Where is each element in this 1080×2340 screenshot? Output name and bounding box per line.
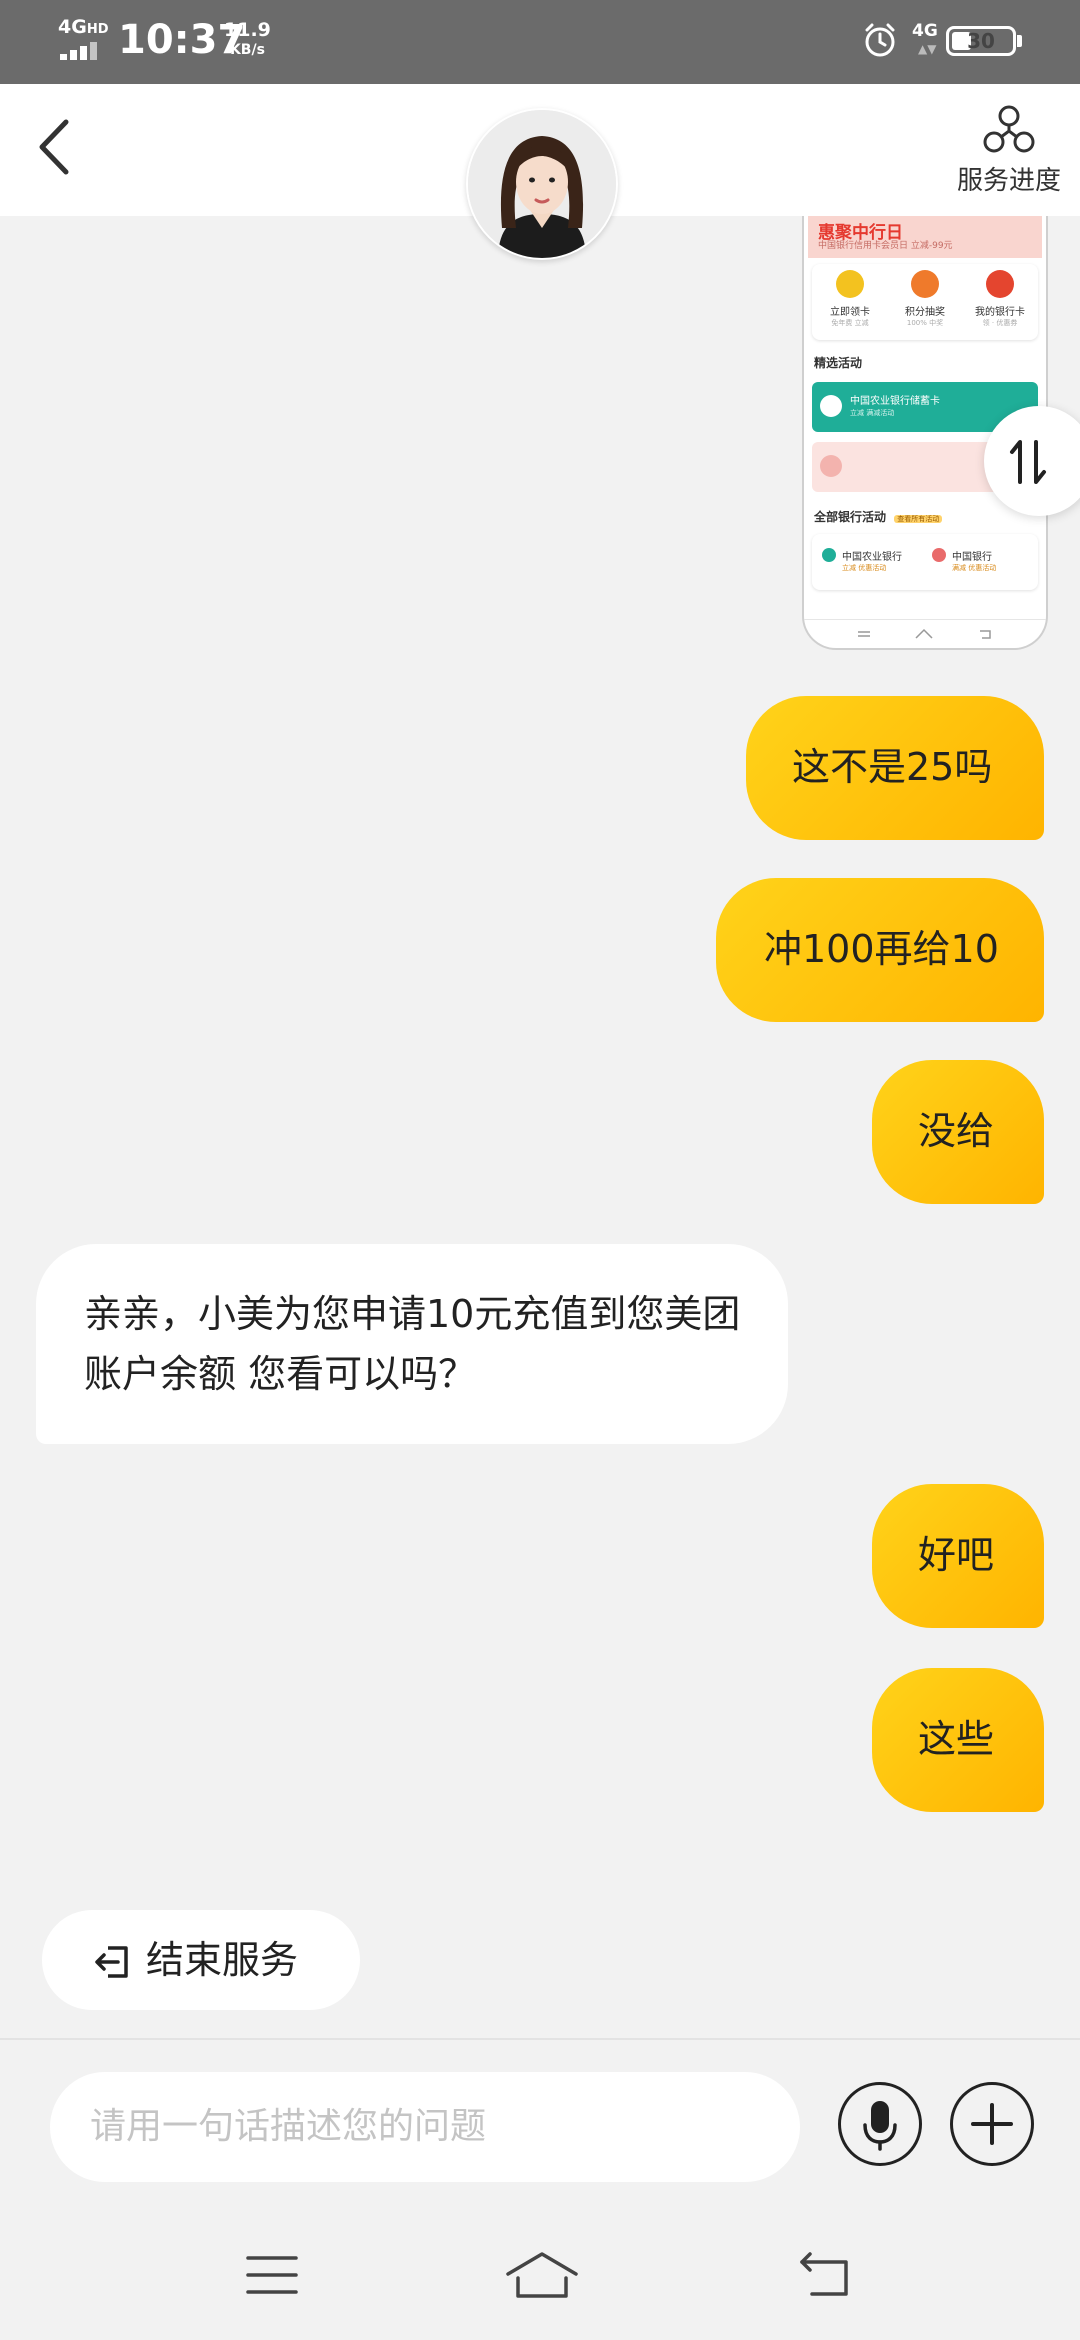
service-progress-label: 服务进度 bbox=[956, 166, 1061, 196]
battery-percent: 30 bbox=[967, 29, 995, 53]
chat-header: 服务进度 bbox=[0, 84, 1080, 260]
service-progress-icon bbox=[983, 105, 1035, 153]
add-attachment-button[interactable] bbox=[950, 2082, 1034, 2166]
screenshot-subtitle: 中国银行信用卡会员日 立减-99元 bbox=[818, 241, 953, 251]
message-text: 亲亲，小美为您申请10元充值到您美团账户余额 您看可以吗？ bbox=[84, 1292, 741, 1396]
screenshot-tile: 我的银行卡领 · 优惠券 bbox=[964, 270, 1036, 328]
status-bar: 4GHD 10:37 11.9 KB/s 4G ▲▼ 30 bbox=[0, 0, 1080, 84]
screenshot-tile: 立即领卡 免年费 立减 bbox=[814, 270, 886, 328]
system-nav-bar bbox=[0, 2210, 1080, 2340]
message-bubble-outgoing[interactable]: 没给 bbox=[872, 1060, 1044, 1204]
screenshot-nav bbox=[804, 619, 1046, 648]
avatar-portrait bbox=[468, 110, 616, 258]
message-input-placeholder: 请用一句话描述您的问题 bbox=[90, 2106, 487, 2147]
message-bubble-outgoing[interactable]: 这些 bbox=[872, 1668, 1044, 1812]
screenshot-bank: 中国农业银行 立减 优惠活动 bbox=[842, 552, 902, 572]
end-service-icon bbox=[95, 1946, 128, 1978]
back-button[interactable] bbox=[26, 114, 86, 180]
divider bbox=[0, 2038, 1080, 2040]
screenshot-banner: 惠聚中行日 中国银行信用卡会员日 立减-99元 bbox=[808, 216, 1042, 258]
alarm-icon bbox=[865, 23, 895, 57]
end-service-button[interactable]: 结束服务 bbox=[42, 1910, 360, 2010]
screenshot-bank-list: 中国农业银行 立减 优惠活动 中国银行 满减 优惠活动 bbox=[812, 534, 1038, 590]
message-bubble-outgoing[interactable]: 好吧 bbox=[872, 1484, 1044, 1628]
battery-tip bbox=[1017, 35, 1022, 47]
swap-icon bbox=[1010, 440, 1046, 484]
screenshot-section-title: 全部银行活动 查看所有活动 bbox=[814, 508, 943, 525]
message-bubble-incoming[interactable]: 亲亲，小美为您申请10元充值到您美团账户余额 您看可以吗？ bbox=[36, 1244, 788, 1444]
screenshot-bank: 中国银行 满减 优惠活动 bbox=[952, 552, 997, 572]
message-text: 这不是25吗 bbox=[792, 745, 993, 789]
battery-icon: 30 bbox=[946, 26, 1016, 56]
signal-icon bbox=[60, 42, 106, 60]
network-type: 4GHD bbox=[58, 16, 109, 38]
screenshot-section-title: 精选活动 bbox=[814, 356, 863, 370]
message-input[interactable]: 请用一句话描述您的问题 bbox=[50, 2072, 800, 2182]
message-bubble-outgoing[interactable]: 这不是25吗 bbox=[746, 696, 1044, 840]
screenshot-tiles: 立即领卡 免年费 立减 积分抽奖 100% 中奖 我的银行卡领 · 优惠券 bbox=[812, 264, 1038, 340]
cell-type: 4G ▲▼ bbox=[912, 21, 938, 56]
return-icon[interactable] bbox=[794, 2250, 854, 2300]
network-speed: 11.9 KB/s bbox=[224, 19, 271, 58]
plus-icon bbox=[971, 2103, 1013, 2145]
back-icon bbox=[39, 119, 69, 175]
message-text: 好吧 bbox=[918, 1533, 995, 1577]
message-text: 这些 bbox=[918, 1717, 995, 1761]
voice-button[interactable] bbox=[838, 2082, 922, 2166]
home-icon[interactable] bbox=[504, 2250, 580, 2300]
message-bubble-outgoing[interactable]: 冲100再给10 bbox=[716, 878, 1044, 1022]
menu-icon[interactable] bbox=[244, 2250, 300, 2300]
message-text: 冲100再给10 bbox=[764, 927, 999, 971]
service-progress-button[interactable]: 服务进度 bbox=[950, 104, 1068, 204]
screenshot-tile: 积分抽奖 100% 中奖 bbox=[889, 270, 961, 328]
agent-avatar[interactable] bbox=[466, 108, 618, 260]
microphone-icon bbox=[863, 2101, 897, 2151]
end-service-label: 结束服务 bbox=[146, 1938, 299, 1982]
message-text: 没给 bbox=[918, 1109, 995, 1153]
